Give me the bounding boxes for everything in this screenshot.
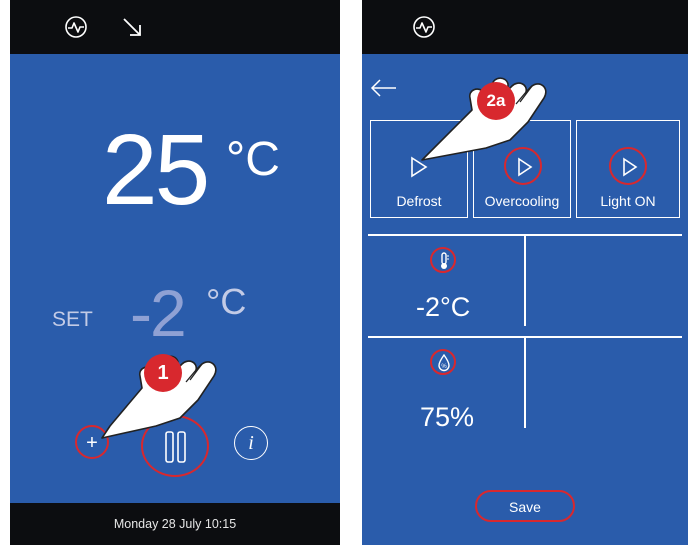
back-arrow-icon[interactable] [370,78,398,98]
footer-bar: Monday 28 July 10:15 [10,503,340,545]
mode-label: Defrost [396,193,442,209]
play-button-ring [609,147,647,185]
thermometer-icon [430,247,456,273]
mode-label: Light ON [600,193,656,209]
current-temperature: 25 [102,114,210,226]
divider [524,236,526,326]
divider [524,338,526,428]
callout-badge-1: 1 [144,354,182,392]
humidity-drop-icon: % [430,349,456,375]
play-icon [623,157,638,177]
svg-text:%: % [441,364,447,370]
pulse-icon[interactable] [412,15,436,39]
info-button[interactable]: i [234,426,268,460]
mode-label: Overcooling [484,193,560,209]
set-label: SET [52,308,93,331]
status-bar [10,0,340,54]
main-screen: 25 °C SET -2 °C + i 1 Monday 28 July 10:… [10,0,340,545]
pulse-icon[interactable] [64,15,88,39]
arrow-down-right-icon[interactable] [120,15,144,39]
footer-datetime: Monday 28 July 10:15 [113,517,237,531]
status-bar [362,0,688,54]
settings-screen: Defrost Overcooling Light ON -2°C % 75% … [362,0,688,545]
callout-badge-2a: 2a [477,82,515,120]
setpoint-unit: °C [206,281,247,322]
save-button[interactable]: Save [475,490,575,522]
humidity-setting-value[interactable]: 75% [420,402,474,433]
current-temperature-unit: °C [226,133,280,186]
info-icon: i [248,432,254,454]
temperature-setting-value[interactable]: -2°C [416,292,470,323]
mode-tile-light-on[interactable]: Light ON [576,120,680,218]
